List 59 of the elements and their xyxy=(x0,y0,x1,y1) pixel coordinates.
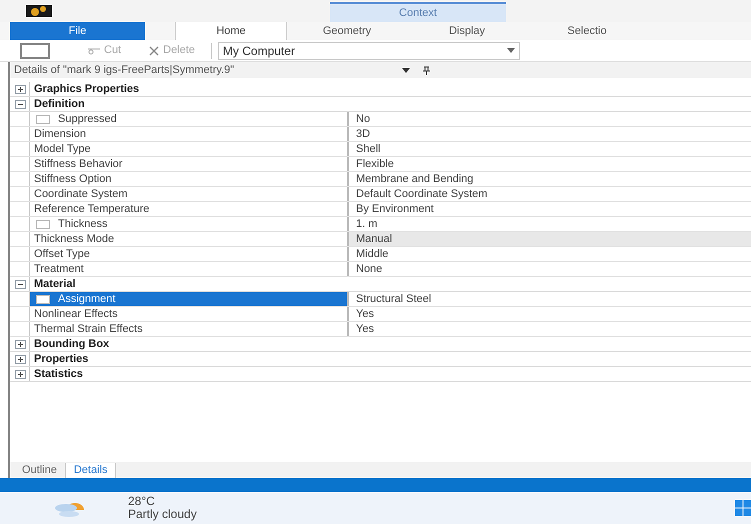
temperature: 28°C xyxy=(128,495,156,508)
group-header: Properties xyxy=(34,352,88,367)
property-value-cell[interactable]: Structural Steel xyxy=(347,292,751,306)
property-value-cell[interactable]: By Environment xyxy=(347,202,751,216)
expand-icon[interactable] xyxy=(15,340,26,348)
property-name-cell[interactable]: Offset Type xyxy=(29,247,347,261)
gears-logo-icon xyxy=(26,3,52,17)
scissors-icon xyxy=(88,46,100,55)
property-name-cell[interactable]: Model Type xyxy=(29,142,347,156)
checkbox[interactable] xyxy=(36,220,50,228)
ribbon-tab[interactable]: Display xyxy=(407,22,527,40)
group-header: Statistics xyxy=(34,366,83,382)
property-value-cell[interactable]: Default Coordinate System xyxy=(347,187,751,201)
expand-icon[interactable] xyxy=(15,84,26,94)
windows-start-icon[interactable] xyxy=(735,500,751,516)
property-value-cell[interactable]: Middle xyxy=(347,247,751,261)
property-value-cell[interactable]: Yes xyxy=(347,307,751,321)
property-name-cell[interactable]: Treatment xyxy=(29,262,347,276)
panel-tab[interactable]: Details xyxy=(66,463,116,478)
ribbon-tab[interactable]: Selectio xyxy=(527,22,647,40)
collapse-icon[interactable] xyxy=(15,100,26,108)
close-icon xyxy=(149,46,160,56)
property-value-cell[interactable]: 3D xyxy=(347,127,751,141)
group-header: Graphics Properties xyxy=(34,82,140,97)
location-dropdown[interactable]: My Computer xyxy=(218,42,520,60)
property-name-cell[interactable]: Coordinate System xyxy=(29,187,347,201)
collapse-icon[interactable] xyxy=(15,280,26,288)
ribbon-tab[interactable]: File xyxy=(10,22,145,40)
dropdown-caret-icon[interactable] xyxy=(402,68,410,72)
dropdown-caret-icon xyxy=(506,48,515,53)
property-value-cell[interactable]: Manual xyxy=(347,232,751,246)
checkbox[interactable] xyxy=(36,294,50,304)
property-name-cell[interactable]: Thickness xyxy=(29,217,347,231)
new-button[interactable] xyxy=(20,42,50,58)
property-name-cell[interactable]: Suppressed xyxy=(29,112,347,126)
pin-icon[interactable] xyxy=(422,66,432,74)
property-name-cell[interactable]: Assignment xyxy=(29,292,347,306)
property-value-cell[interactable]: Membrane and Bending xyxy=(347,172,751,186)
expand-icon[interactable] xyxy=(15,370,26,378)
property-name-cell[interactable]: Stiffness Option xyxy=(29,172,347,186)
property-value-cell[interactable]: Yes xyxy=(347,322,751,336)
property-name-cell[interactable]: Thermal Strain Effects xyxy=(29,322,347,336)
property-name-cell[interactable]: Stiffness Behavior xyxy=(29,157,347,171)
property-value-cell[interactable]: None xyxy=(347,262,751,276)
checkbox[interactable] xyxy=(36,114,50,124)
ribbon-tab[interactable]: Home xyxy=(175,22,287,40)
property-value-cell[interactable]: Flexible xyxy=(347,157,751,171)
group-header: Material xyxy=(34,276,76,292)
expand-icon[interactable] xyxy=(15,354,26,364)
property-value-cell[interactable]: Shell xyxy=(347,142,751,156)
property-name-cell[interactable]: Nonlinear Effects xyxy=(29,307,347,321)
group-header: Definition xyxy=(34,96,85,112)
property-name-cell[interactable]: Dimension xyxy=(29,127,347,141)
weather-condition: Partly cloudy xyxy=(128,508,197,521)
property-name-cell[interactable]: Reference Temperature xyxy=(29,202,347,216)
details-title: Details of "mark 9 igs-FreeParts|Symmetry.9" xyxy=(14,62,234,78)
property-value-cell[interactable]: No xyxy=(347,112,751,126)
group-header: Bounding Box xyxy=(34,336,110,352)
ribbon-tab[interactable]: Geometry xyxy=(287,22,407,40)
